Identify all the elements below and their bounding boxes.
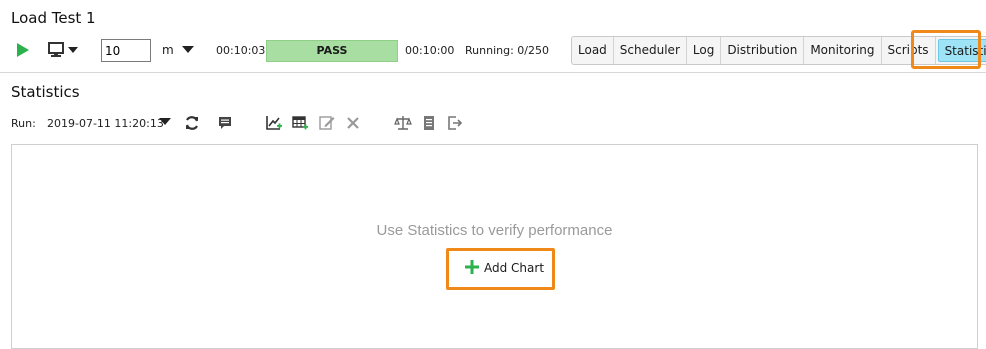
report-button[interactable] [420,114,438,132]
refresh-icon [185,116,199,130]
tab-load[interactable]: Load [572,37,614,64]
statistics-toolbar: Run: 2019-07-11 11:20:13 [0,112,986,136]
tab-statistics[interactable]: Statistics [937,39,986,62]
add-chart-icon [266,116,282,130]
export-button[interactable] [446,114,464,132]
compare-button[interactable] [394,114,412,132]
duration-unit-value: m [162,43,174,57]
play-button[interactable] [14,41,32,59]
tab-log[interactable]: Log [687,37,722,64]
add-table-icon [292,116,308,130]
tab-scheduler[interactable]: Scheduler [614,37,687,64]
plus-icon [465,260,479,274]
status-progress-bar: PASS [266,40,398,62]
report-icon [424,116,434,130]
duration-input[interactable] [101,39,151,62]
run-select[interactable]: 2019-07-11 11:20:13 [47,117,164,130]
refresh-button[interactable] [183,114,201,132]
divider [0,72,986,73]
delete-button[interactable] [344,114,362,132]
compare-icon [394,116,412,130]
play-icon [17,43,29,57]
run-label: Run: [11,117,36,130]
delete-icon [347,117,359,129]
export-icon [448,116,463,130]
view-tabs: Load Scheduler Log Distribution Monitori… [571,36,986,65]
empty-state-message: Use Statistics to verify performance [376,222,613,239]
comment-button[interactable] [216,114,234,132]
chevron-down-icon[interactable] [159,118,171,126]
statistics-panel: Use Statistics to verify performance Add… [11,144,978,349]
tab-monitoring[interactable]: Monitoring [804,37,882,64]
window-title: Load Test 1 [11,9,96,27]
running-users: Running: 0/250 [465,44,549,57]
monitor-icon [48,42,78,57]
section-title: Statistics [11,83,80,101]
test-toolbar: m 00:10:03 PASS 00:10:00 Running: 0/250 … [0,33,986,67]
total-time: 00:10:00 [405,44,455,57]
edit-button[interactable] [318,114,336,132]
duration-unit-select[interactable]: m [160,42,196,60]
add-table-button[interactable] [291,114,309,132]
elapsed-time: 00:10:03 [216,44,266,57]
chevron-down-icon [182,46,194,53]
add-chart-button[interactable]: Add Chart [446,248,555,290]
add-chart-label: Add Chart [484,261,545,275]
tab-distribution[interactable]: Distribution [721,37,805,64]
edit-icon [319,116,335,130]
tab-scripts[interactable]: Scripts [882,37,936,64]
monitor-dropdown-button[interactable] [48,41,82,59]
add-chart-button[interactable] [265,114,283,132]
comment-icon [219,117,231,129]
